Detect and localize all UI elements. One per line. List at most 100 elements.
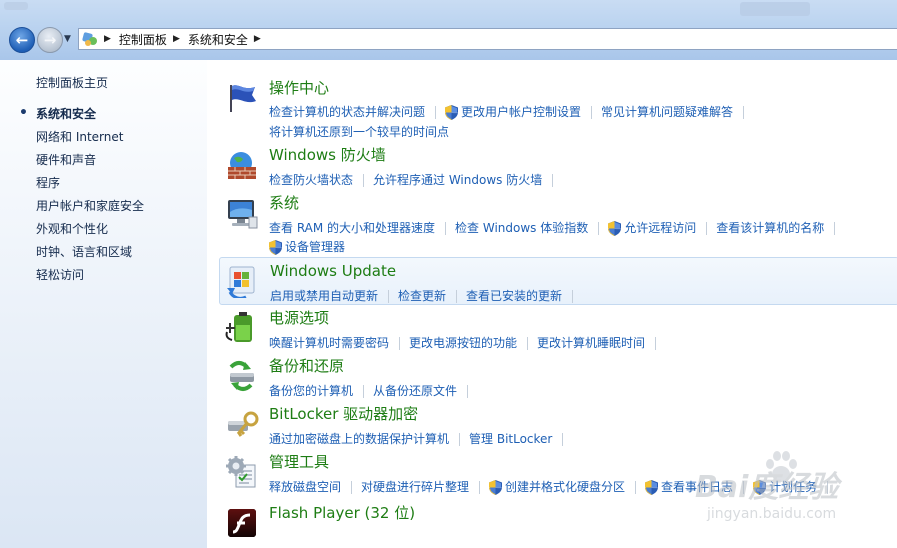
task-link-label: 检查更新 [398,289,447,303]
task-link-label: 查看该计算机的名称 [716,221,825,235]
chevron-right-icon[interactable]: ▶ [104,34,111,44]
forward-button[interactable]: → [37,27,63,53]
task-link[interactable]: 创建并格式化硬盘分区 [489,479,625,495]
title-bar: ← → ▼ ▶ 控制面板 ▶ 系统和安全 ▶ [0,0,897,60]
task-link-label: 允许程序通过 Windows 防火墙 [373,173,543,187]
title-blur [4,2,28,10]
category-links-row: 查看 RAM 的大小和处理器速度 检查 Windows 体验指数 允许远程访问 查看该… [269,220,844,236]
watermark-url: jingyan.baidu.com [707,506,837,522]
bitlocker-key-icon[interactable] [225,407,259,441]
category-block: 备份和还原备份您的计算机 从备份还原文件 [207,356,897,399]
backup-icon[interactable] [225,359,259,393]
uac-shield-icon [269,239,282,255]
link-separator [363,173,365,187]
link-separator [562,432,564,446]
task-link[interactable]: 对硬盘进行碎片整理 [361,479,469,495]
category-title[interactable]: Windows Update [270,261,396,281]
link-separator [445,221,447,235]
link-separator [635,480,637,494]
link-separator [456,289,458,303]
task-link[interactable]: 检查防火墙状态 [269,172,353,188]
sidebar-home-link[interactable]: 控制面板主页 [36,74,108,91]
category-title[interactable]: 备份和还原 [269,356,344,376]
link-separator [572,289,574,303]
link-separator [435,105,437,119]
category-title[interactable]: 系统 [269,193,299,213]
breadcrumb-system-security[interactable]: 系统和安全 [188,31,248,48]
task-link[interactable]: 允许远程访问 [608,220,696,236]
category-title[interactable]: Windows 防火墙 [269,145,386,165]
link-separator [834,221,836,235]
category-title[interactable]: Flash Player (32 位) [269,503,415,523]
task-link[interactable]: 允许程序通过 Windows 防火墙 [373,172,542,188]
address-bar[interactable]: ▶ 控制面板 ▶ 系统和安全 ▶ [78,28,897,50]
firewall-icon[interactable] [225,148,259,182]
task-link[interactable]: 将计算机还原到一个较早的时间点 [269,124,449,140]
watermark: Bai度经验 jingyan.baidu.com [665,444,897,548]
windows-update-icon[interactable] [226,264,260,300]
task-link[interactable]: 设备管理器 [269,239,345,255]
task-link-label: 更改用户帐户控制设置 [461,105,582,119]
flash-player-icon[interactable] [225,506,259,540]
task-link[interactable]: 查看该计算机的名称 [716,220,824,236]
task-link[interactable]: 通过加密磁盘上的数据保护计算机 [269,431,449,447]
sidebar-item[interactable]: 系统和安全 [19,106,144,130]
task-link[interactable]: 管理 BitLocker [469,431,552,447]
task-link[interactable]: 更改计算机睡眠时间 [537,335,645,351]
back-button[interactable]: ← [9,27,35,53]
task-link[interactable]: 启用或禁用自动更新 [270,288,378,304]
task-link[interactable]: 检查计算机的状态并解决问题 [269,104,425,120]
task-link-label: 对硬盘进行碎片整理 [361,480,470,494]
sidebar-item[interactable]: 时钟、语言和区域 [36,245,144,268]
category-links-row: 通过加密磁盘上的数据保护计算机 管理 BitLocker [269,431,572,447]
task-link-label: 通过加密磁盘上的数据保护计算机 [269,432,450,446]
chevron-right-icon[interactable]: ▶ [254,34,261,44]
task-link[interactable]: 查看 RAM 的大小和处理器速度 [269,220,435,236]
back-arrow-icon: ← [15,31,29,49]
category-title[interactable]: 电源选项 [269,308,329,328]
task-link-label: 查看 RAM 的大小和处理器速度 [269,221,436,235]
flag-icon[interactable] [225,81,259,115]
task-link[interactable]: 查看已安装的更新 [466,288,562,304]
category-title[interactable]: 管理工具 [269,452,329,472]
task-link[interactable]: 检查更新 [398,288,446,304]
task-link-label: 检查计算机的状态并解决问题 [269,105,426,119]
link-separator [598,221,600,235]
sidebar-item[interactable]: 程序 [36,176,144,199]
recent-pages-dropdown[interactable]: ▼ [64,34,71,44]
task-link-label: 备份您的计算机 [269,384,354,398]
power-battery-icon[interactable] [225,311,259,345]
task-link[interactable]: 备份您的计算机 [269,383,353,399]
category-block: 电源选项唤醒计算机时需要密码 更改电源按钮的功能 更改计算机睡眠时间 [207,308,897,351]
task-link[interactable]: 检查 Windows 体验指数 [455,220,588,236]
sidebar-item[interactable]: 轻松访问 [36,268,144,291]
task-link-label: 常见计算机问题疑难解答 [601,105,734,119]
sidebar-item[interactable]: 外观和个性化 [36,222,144,245]
task-link[interactable]: 释放磁盘空间 [269,479,341,495]
category-title[interactable]: BitLocker 驱动器加密 [269,404,418,424]
chevron-right-icon[interactable]: ▶ [173,34,180,44]
sidebar-item[interactable]: 用户帐户和家庭安全 [36,199,144,222]
computer-icon[interactable] [225,196,259,230]
title-search-blur [740,2,810,16]
category-links-row: 检查计算机的状态并解决问题 更改用户帐户控制设置 常见计算机问题疑难解答 [269,104,753,120]
link-separator [706,221,708,235]
task-link[interactable]: 更改用户帐户控制设置 [445,104,581,120]
breadcrumb-control-panel[interactable]: 控制面板 [119,31,167,48]
sidebar-item[interactable]: 网络和 Internet [36,130,144,153]
category-links-row: 唤醒计算机时需要密码 更改电源按钮的功能 更改计算机睡眠时间 [269,335,665,351]
task-link[interactable]: 唤醒计算机时需要密码 [269,335,389,351]
task-link[interactable]: 更改电源按钮的功能 [409,335,517,351]
task-link-label: 检查 Windows 体验指数 [455,221,589,235]
link-separator [479,480,481,494]
admin-tools-icon[interactable] [225,455,259,489]
task-link-label: 更改电源按钮的功能 [409,336,518,350]
category-title[interactable]: 操作中心 [269,78,329,98]
task-link[interactable]: 从备份还原文件 [373,383,457,399]
category-block: 操作中心检查计算机的状态并解决问题 更改用户帐户控制设置 常见计算机问题疑难解答将计… [207,78,897,139]
task-link[interactable]: 常见计算机问题疑难解答 [601,104,733,120]
sidebar-item[interactable]: 硬件和声音 [36,153,144,176]
category-block: BitLocker 驱动器加密通过加密磁盘上的数据保护计算机 管理 BitLock… [207,404,897,447]
task-link-label: 管理 BitLocker [469,432,553,446]
uac-shield-icon [645,479,659,495]
